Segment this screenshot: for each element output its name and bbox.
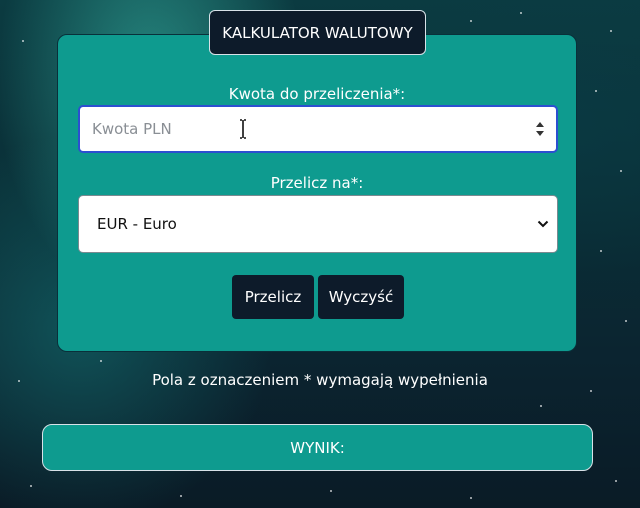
star	[470, 20, 472, 22]
convert-button[interactable]: Przelicz	[232, 275, 314, 319]
number-spinner-icon[interactable]	[534, 119, 546, 139]
star	[625, 320, 627, 322]
star	[620, 170, 622, 172]
app-title: KALKULATOR WALUTOWY	[209, 10, 426, 55]
star	[540, 405, 542, 407]
star	[610, 30, 612, 32]
currency-label: Przelicz na*:	[270, 174, 364, 192]
star	[595, 90, 597, 92]
chevron-down-icon	[537, 220, 549, 228]
required-fields-note: Pola z oznaczeniem * wymagają wypełnieni…	[152, 371, 488, 389]
star	[470, 497, 472, 499]
clear-button[interactable]: Wyczyść	[318, 275, 404, 319]
currency-select[interactable]: EUR - Euro	[78, 195, 558, 253]
text-cursor-icon	[240, 119, 246, 139]
star	[590, 390, 592, 392]
amount-placeholder: Kwota PLN	[92, 120, 172, 138]
star	[615, 480, 617, 482]
amount-label: Kwota do przeliczenia*:	[228, 85, 406, 103]
star	[30, 485, 32, 487]
star	[330, 490, 332, 492]
result-box: WYNIK:	[42, 424, 593, 471]
star	[180, 495, 182, 497]
currency-selected-value: EUR - Euro	[97, 215, 177, 233]
star	[22, 40, 24, 42]
converter-form: Kwota do przeliczenia*: Kwota PLN Przeli…	[57, 34, 577, 352]
star	[520, 12, 522, 14]
amount-input[interactable]: Kwota PLN	[78, 105, 558, 153]
star	[600, 250, 602, 252]
star	[100, 360, 102, 362]
